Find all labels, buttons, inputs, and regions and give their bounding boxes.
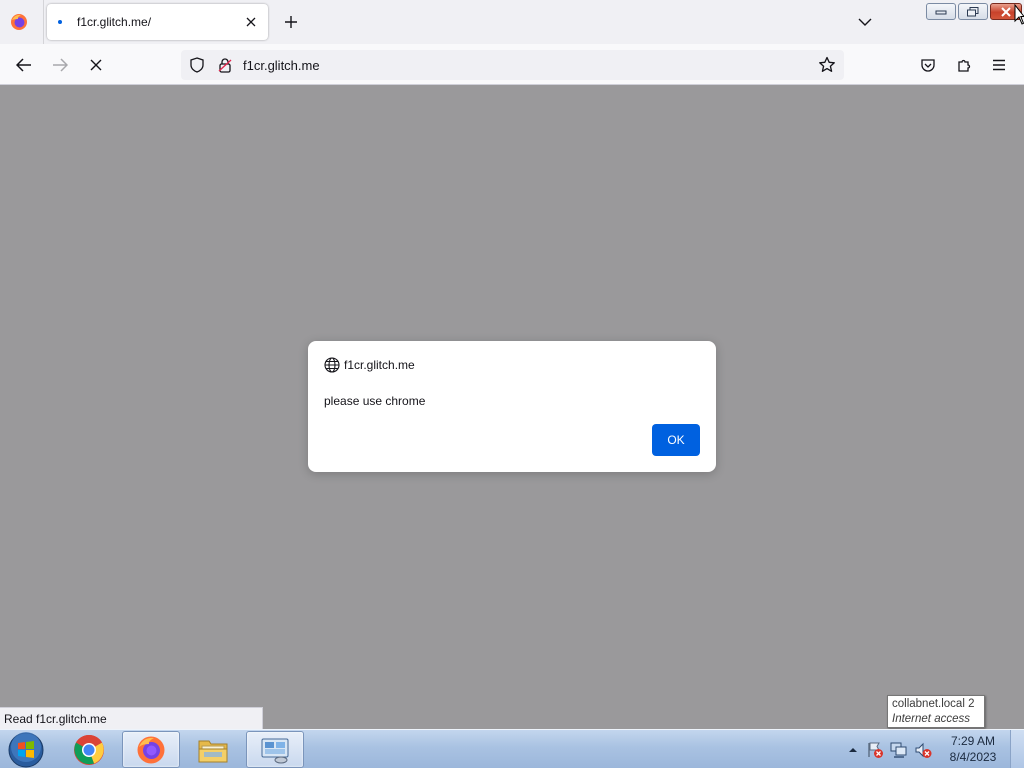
chrome-icon	[74, 734, 104, 765]
tab-strip: f1cr.glitch.me/	[0, 0, 1024, 44]
stop-loading-button[interactable]	[83, 52, 109, 78]
url-text: f1cr.glitch.me	[243, 58, 320, 73]
taskbar: 7:29 AM 8/4/2023	[0, 729, 1024, 768]
tracking-protection-shield-icon[interactable]	[189, 57, 205, 73]
windows-orb-icon	[8, 731, 44, 767]
file-explorer-icon	[198, 740, 228, 762]
bookmark-star-icon[interactable]	[818, 56, 836, 74]
dialog-origin: f1cr.glitch.me	[344, 358, 415, 372]
clock-time: 7:29 AM	[950, 734, 996, 748]
tab-separator	[43, 0, 44, 44]
hamburger-menu-icon[interactable]	[986, 52, 1012, 78]
taskbar-firefox[interactable]	[122, 731, 180, 768]
alert-dialog: f1cr.glitch.me please use chrome OK	[308, 341, 716, 472]
pocket-icon[interactable]	[915, 52, 941, 78]
tab-title: f1cr.glitch.me/	[77, 15, 152, 29]
volume-muted-icon[interactable]	[914, 741, 932, 759]
taskbar-clock[interactable]: 7:29 AM 8/4/2023	[942, 733, 1004, 765]
navigation-toolbar: f1cr.glitch.me	[0, 44, 1024, 85]
show-desktop-button[interactable]	[1010, 730, 1024, 768]
new-tab-button[interactable]	[280, 11, 302, 33]
tab-loading-dot-icon	[58, 20, 62, 24]
insecure-lock-icon[interactable]	[217, 57, 233, 73]
status-text: Read f1cr.glitch.me	[4, 712, 107, 726]
taskbar-control-panel[interactable]	[246, 731, 304, 768]
close-tab-icon[interactable]	[242, 13, 260, 31]
forward-button[interactable]	[47, 52, 73, 78]
show-hidden-icons-icon[interactable]	[844, 741, 862, 759]
dialog-message: please use chrome	[324, 394, 426, 408]
restore-window-button[interactable]	[958, 3, 988, 20]
firefox-icon	[137, 736, 165, 763]
tooltip-network-name: collabnet.local 2	[892, 698, 975, 710]
firefox-view-icon[interactable]	[8, 11, 30, 33]
mouse-cursor-icon	[1014, 4, 1024, 25]
action-center-flag-icon[interactable]	[866, 741, 884, 759]
taskbar-file-explorer[interactable]	[184, 731, 242, 768]
control-panel-icon	[261, 738, 289, 763]
back-button[interactable]	[11, 52, 37, 78]
system-tray	[844, 730, 934, 768]
taskbar-chrome[interactable]	[60, 731, 118, 768]
status-panel: Read f1cr.glitch.me	[0, 707, 263, 729]
list-all-tabs-icon[interactable]	[854, 11, 876, 33]
ok-button[interactable]: OK	[652, 424, 700, 456]
extensions-puzzle-icon[interactable]	[951, 52, 977, 78]
network-tooltip: collabnet.local 2 Internet access	[887, 695, 985, 728]
tooltip-network-status: Internet access	[892, 713, 970, 725]
globe-icon	[324, 357, 340, 373]
minimize-window-button[interactable]	[926, 3, 956, 20]
network-icon[interactable]	[890, 741, 908, 759]
tab-active[interactable]: f1cr.glitch.me/	[47, 4, 268, 40]
address-bar[interactable]: f1cr.glitch.me	[181, 50, 844, 80]
start-button[interactable]	[5, 731, 47, 768]
clock-date: 8/4/2023	[949, 750, 997, 764]
